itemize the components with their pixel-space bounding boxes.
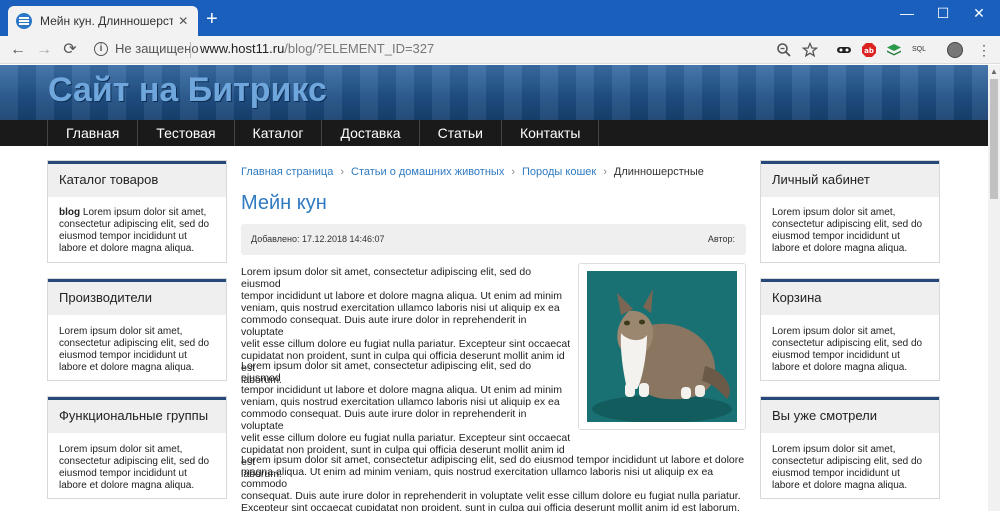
new-tab-button[interactable]: +	[206, 9, 218, 29]
scroll-up-icon[interactable]: ▲	[988, 67, 1000, 76]
widget-text: Lorem ipsum dolor sit amet, consectetur …	[772, 207, 923, 254]
widget-recently-viewed: Вы уже смотрели Lorem ipsum dolor sit am…	[760, 396, 940, 499]
article-author: Автор:	[707, 234, 735, 244]
menu-item-delivery[interactable]: Доставка	[321, 120, 418, 146]
widget-text: blog Lorem ipsum dolor sit amet, consect…	[59, 207, 210, 254]
main-menu: Главная Тестовая Каталог Доставка Статьи…	[0, 120, 988, 146]
menu-item-catalog[interactable]: Каталог	[233, 120, 322, 146]
page-title: Мейн кун	[241, 192, 327, 214]
breadcrumb-separator: ›	[603, 166, 607, 178]
back-icon[interactable]: ←	[8, 39, 28, 61]
sql-extension-icon[interactable]: SQL	[909, 42, 929, 58]
scroll-thumb[interactable]	[990, 79, 998, 199]
widget-title[interactable]: Функциональные группы	[48, 397, 226, 433]
widget-catalog: Каталог товаров blog Lorem ipsum dolor s…	[47, 160, 227, 263]
maximize-button[interactable]: ☐	[933, 5, 953, 22]
cat-photo	[587, 271, 737, 422]
forward-icon[interactable]: →	[34, 39, 54, 61]
menu-icon[interactable]: ⋮	[976, 42, 992, 58]
svg-text:ab: ab	[864, 47, 874, 55]
widget-manufacturers: Производители Lorem ipsum dolor sit amet…	[47, 278, 227, 381]
widget-functional-groups: Функциональные группы Lorem ipsum dolor …	[47, 396, 227, 499]
info-icon[interactable]: i	[94, 42, 108, 56]
address-bar[interactable]: www.host11.ru/blog/?ELEMENT_ID=327	[200, 41, 434, 56]
site-header-banner: Сайт на Битрикс	[0, 65, 988, 120]
breadcrumb-separator: ›	[340, 166, 345, 178]
minimize-button[interactable]: —	[897, 5, 917, 21]
widget-title[interactable]: Корзина	[761, 279, 939, 315]
widget-title[interactable]: Вы уже смотрели	[761, 397, 939, 433]
adblock-extension-icon[interactable]: ab	[861, 42, 877, 58]
mask-extension-icon[interactable]	[836, 42, 852, 58]
article-date: Добавлено: 17.12.2018 14:46:07	[251, 234, 385, 244]
bookmark-star-icon[interactable]	[802, 42, 818, 58]
layers-extension-icon[interactable]	[886, 42, 902, 58]
address-separator	[190, 42, 191, 58]
security-indicator[interactable]: Не защищено	[115, 41, 199, 56]
breadcrumb-link-cat-breeds[interactable]: Породы кошек	[522, 166, 596, 178]
widget-text: Lorem ipsum dolor sit amet, consectetur …	[772, 326, 923, 373]
widget-personal-account: Личный кабинет Lorem ipsum dolor sit ame…	[760, 160, 940, 263]
profile-avatar[interactable]	[947, 42, 963, 58]
breadcrumb-link-home[interactable]: Главная страница	[241, 166, 333, 178]
widget-cart: Корзина Lorem ipsum dolor sit amet, cons…	[760, 278, 940, 381]
widget-title[interactable]: Каталог товаров	[48, 161, 226, 197]
zoom-icon[interactable]	[776, 42, 792, 58]
url-host: www.host11.ru	[200, 41, 285, 56]
reload-icon[interactable]: ⟳	[60, 39, 80, 61]
widget-title[interactable]: Личный кабинет	[761, 161, 939, 197]
site-title[interactable]: Сайт на Битрикс	[48, 71, 327, 110]
article-meta-bar: Добавлено: 17.12.2018 14:46:07 Автор:	[241, 224, 746, 255]
tab-close-icon[interactable]: ✕	[177, 14, 190, 28]
widget-text: Lorem ipsum dolor sit amet, consectetur …	[59, 444, 210, 491]
menu-item-test[interactable]: Тестовая	[137, 120, 233, 146]
url-path: /blog/?ELEMENT_ID=327	[284, 41, 435, 56]
site-favicon-icon	[16, 13, 32, 29]
breadcrumb-current: Длинношерстные	[613, 166, 704, 178]
article-photo-frame[interactable]	[578, 263, 746, 430]
widget-text: Lorem ipsum dolor sit amet, consectetur …	[772, 444, 923, 491]
menu-item-articles[interactable]: Статьи	[418, 120, 501, 146]
menu-item-contacts[interactable]: Контакты	[500, 120, 600, 146]
browser-toolbar: ← → ⟳ i Не защищено www.host11.ru/blog/?…	[0, 36, 1000, 64]
browser-tab-bar: Мейн кун. Длинношерстные. Ст ✕ + — ☐ ✕	[0, 0, 1000, 36]
breadcrumb-separator: ›	[511, 166, 515, 178]
article-paragraph-3: Lorem ipsum dolor sit amet, consectetur …	[241, 454, 745, 511]
page-scrollbar[interactable]: ▲	[988, 65, 1000, 511]
breadcrumb: Главная страница › Статьи о домашних живот…	[241, 166, 704, 178]
widget-bold-link[interactable]: blog	[59, 207, 80, 218]
widget-text: Lorem ipsum dolor sit amet, consectetur …	[59, 326, 210, 373]
browser-tab[interactable]: Мейн кун. Длинношерстные. Ст ✕	[8, 6, 198, 36]
window-close-button[interactable]: ✕	[969, 5, 989, 22]
menu-item-home[interactable]: Главная	[47, 120, 137, 146]
tab-title: Мейн кун. Длинношерстные. Ст	[40, 14, 173, 28]
widget-title[interactable]: Производители	[48, 279, 226, 315]
breadcrumb-link-articles[interactable]: Статьи о домашних животных	[351, 166, 504, 178]
